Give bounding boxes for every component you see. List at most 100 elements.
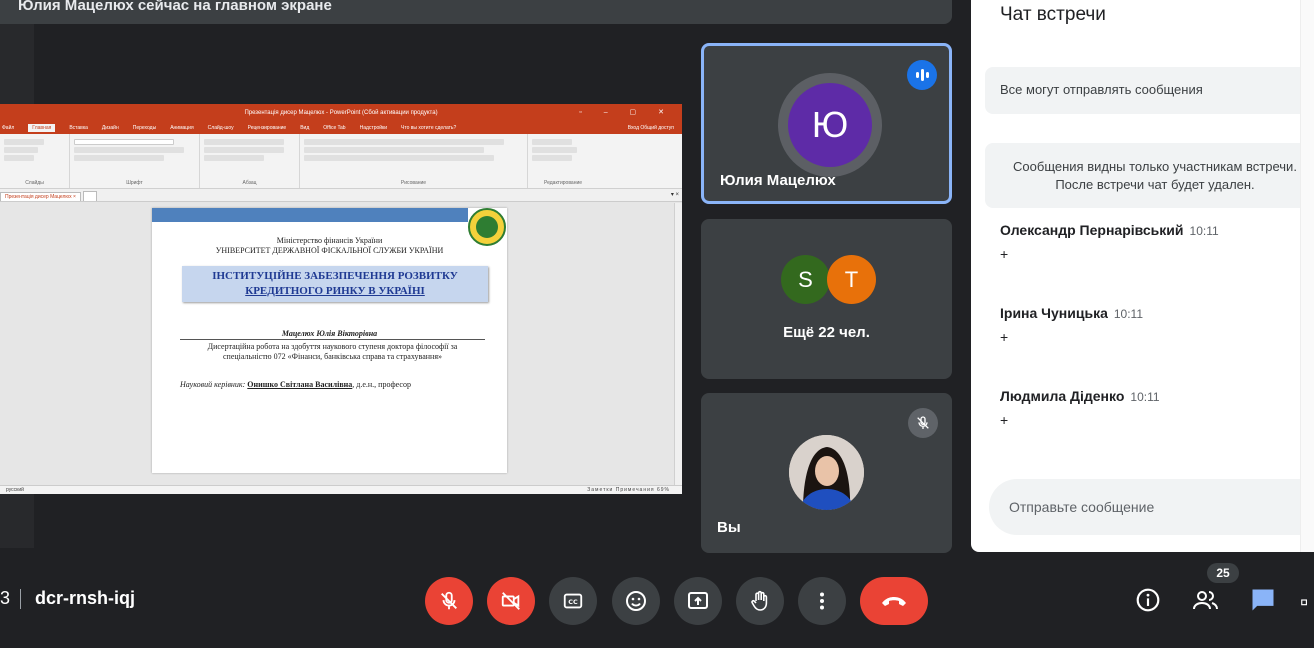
message-sender: Ірина Чуницька [1000, 305, 1108, 321]
ribbon-tabs: Файл Главная Вставка Дизайн Переходы Ани… [0, 122, 682, 134]
chat-permission-setting[interactable]: Все могут отправлять сообщения [985, 67, 1314, 114]
ribbon-tab-addins: Надстройки [359, 125, 388, 131]
hand-icon [751, 590, 768, 611]
powerpoint-title-bar: Презентація дисер Мацелюх - PowerPoint (… [0, 104, 682, 122]
chat-scrollbar[interactable] [1300, 0, 1314, 552]
chat-message-input[interactable]: Отправьте сообщение [989, 479, 1314, 535]
powerpoint-window-title: Презентація дисер Мацелюх - PowerPoint (… [244, 110, 438, 116]
activities-button[interactable] [1300, 584, 1314, 616]
ribbon-tab-file: Файл [2, 125, 15, 131]
meeting-code: dcr-rnsh-iqj [35, 588, 136, 608]
document-tabs: Презентація дисер Мацелюх × ▾ × [0, 189, 682, 202]
people-icon [1193, 591, 1218, 610]
divider [20, 589, 22, 610]
slide-workspace: Міністерство фінансів України УНІВЕРСИТЕ… [0, 203, 682, 485]
reactions-button[interactable] [612, 577, 660, 625]
emoji-icon [626, 591, 646, 611]
message-text: + [1000, 412, 1009, 428]
more-options-button[interactable] [798, 577, 846, 625]
slide-title: ІНСТИТУЦІЙНЕ ЗАБЕЗПЕЧЕННЯ РОЗВИТКУ КРЕДИ… [182, 266, 488, 302]
mic-off-icon [441, 591, 457, 610]
avatar: Ю [788, 83, 872, 167]
avatar: S [781, 255, 830, 304]
shapes-icon [1301, 599, 1307, 606]
meeting-details-button[interactable] [1132, 584, 1164, 616]
mic-toggle-button[interactable] [425, 577, 473, 625]
speaking-indicator-icon [907, 60, 937, 90]
ribbon-tab-animation: Анимация [170, 125, 194, 131]
meeting-info: 3 dcr-rnsh-iqj [0, 588, 136, 610]
self-video-photo [789, 435, 864, 510]
message-time: 10:11 [1130, 390, 1160, 404]
ribbon-tab-home: Главная [28, 124, 56, 132]
avatar: T [827, 255, 876, 304]
more-vert-icon [820, 592, 824, 610]
chat-message: Людмила Діденко 10:11 + [1000, 388, 1300, 428]
svg-text:CC: CC [568, 598, 578, 606]
slide-supervisor: Науковий керівник: Онишко Світлана Васил… [180, 380, 411, 389]
slide-author: Мацелюх Юлія Вікторівна [281, 329, 378, 338]
chat-title: Чат встречи [1000, 4, 1106, 25]
tab-controls-icon: ▾ × [670, 192, 679, 198]
ribbon-tab-view: Вид [300, 125, 310, 131]
message-sender: Олександр Пернарівський [1000, 222, 1184, 238]
raise-hand-button[interactable] [736, 577, 784, 625]
ribbon-tab-officetab: Office Tab [323, 125, 346, 131]
present-screen-button[interactable] [674, 577, 722, 625]
mic-off-icon [908, 408, 938, 438]
ribbon-tell-me: Что вы хотите сделать? [401, 125, 457, 131]
message-text: + [1000, 246, 1009, 262]
slide-ministry: Міністерство фінансів України УНІВЕРСИТЕ… [215, 236, 444, 255]
ribbon-tab-slideshow: Слайд-шоу [207, 125, 234, 131]
participants-count-badge: 25 [1207, 563, 1239, 583]
ribbon-group-paragraph: Абзац [200, 134, 300, 188]
camera-toggle-button[interactable] [487, 577, 535, 625]
hang-up-icon [882, 597, 906, 606]
chat-message: Ірина Чуницька 10:11 + [1000, 305, 1300, 345]
leave-call-button[interactable] [860, 577, 928, 625]
powerpoint-status-bar: русский Заметки Примечания 69% [0, 485, 682, 494]
meeting-time-fragment: 3 [0, 588, 11, 608]
captions-button[interactable]: CC [549, 577, 597, 625]
new-document-tab [82, 191, 97, 201]
message-text: + [1000, 329, 1009, 345]
participant-name: Вы [717, 519, 741, 536]
participant-tile-speaker[interactable]: Ю Юлия Мацелюх [701, 43, 952, 204]
ribbon-tab-review: Рецензирование [247, 125, 287, 131]
presenting-banner-text: Юлия Мацелюх сейчас на главном экране [18, 0, 332, 14]
message-sender: Людмила Діденко [1000, 388, 1125, 404]
chat-panel: Чат встречи Все могут отправлять сообщен… [971, 0, 1314, 552]
ribbon-tab-insert: Вставка [69, 125, 88, 131]
message-time: 10:11 [1189, 224, 1219, 238]
ribbon-group-font: Шрифт [70, 134, 200, 188]
chat-notice: Сообщения видны только участникам встреч… [985, 143, 1314, 208]
shared-screen: Презентація дисер Мацелюх - PowerPoint (… [0, 104, 682, 494]
participant-tile-others[interactable]: S T Ещё 22 чел. [701, 219, 952, 379]
present-icon [688, 592, 708, 609]
ribbon-tab-design: Дизайн [101, 125, 119, 131]
message-time: 10:11 [1113, 307, 1144, 321]
chat-button[interactable] [1247, 584, 1279, 616]
presenting-banner: Юлия Мацелюх сейчас на главном экране [0, 0, 952, 24]
slide-description: Дисертаційна робота на здобуття науковог… [207, 342, 458, 361]
participant-tile-self[interactable]: Вы [701, 393, 952, 553]
chat-message: Олександр Пернарівський 10:11 + [1000, 222, 1300, 262]
ribbon-sign-in: Вход Общий доступ [627, 125, 674, 131]
ribbon-group-editing: Редактирование [528, 134, 598, 188]
slide-header-bar [152, 208, 468, 222]
chat-bubble-icon [1252, 589, 1274, 611]
participant-name: Юлия Мацелюх [720, 172, 836, 189]
camera-off-icon [501, 592, 520, 610]
ribbon-group-drawing: Рисование [300, 134, 528, 188]
slide-scrollbar [674, 203, 682, 485]
slide: Міністерство фінансів України УНІВЕРСИТЕ… [152, 208, 507, 473]
window-controls-icon: ▫ – ▢ ✕ [579, 109, 674, 116]
ribbon-group-slides: Слайды [0, 134, 70, 188]
ribbon-tab-transitions: Переходы [132, 125, 157, 131]
slide-divider [180, 339, 485, 340]
closed-captions-icon: CC [563, 593, 583, 609]
info-icon [1136, 588, 1160, 612]
ribbon: Слайды Шрифт Абзац Рисование Редактирова… [0, 134, 682, 189]
participants-button[interactable] [1190, 584, 1222, 616]
document-tab: Презентація дисер Мацелюх × [0, 192, 81, 201]
